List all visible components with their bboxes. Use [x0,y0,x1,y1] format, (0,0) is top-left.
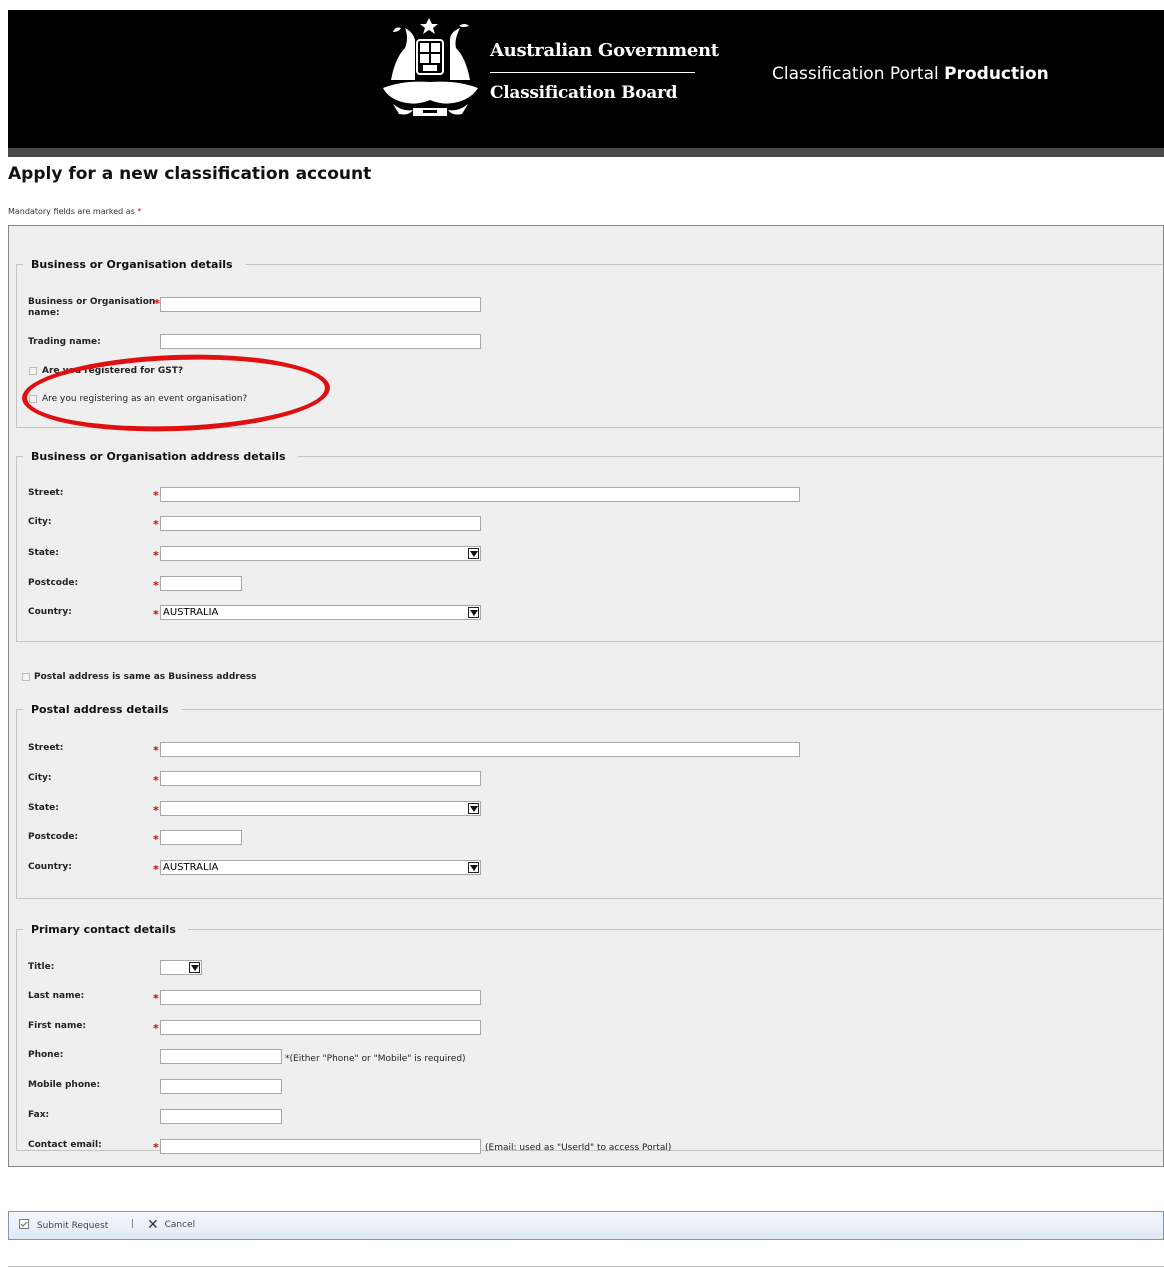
cancel-label: Cancel [164,1220,196,1230]
country-select[interactable]: AUSTRALIA [160,605,481,620]
postcode-label: Postcode: [28,578,79,588]
postal-same-label: Postal address is same as Business addre… [34,672,257,682]
state-required: * [153,549,159,562]
postal-postcode-label: Postcode: [28,832,79,842]
last-name-required: * [153,992,159,1005]
phone-input[interactable] [160,1049,282,1064]
street-required: * [153,489,159,502]
phone-requirement-note: *(Either "Phone" or "Mobile" is required… [285,1054,466,1064]
postal-country-select[interactable]: AUSTRALIA [160,860,481,875]
postal-country-label: Country: [28,862,72,872]
postal-same-checkbox[interactable] [22,673,30,681]
required-asterisk: * [137,207,142,216]
title-label: Title: [28,962,55,972]
business-address-legend: Business or Organisation address details [31,450,286,463]
page-title: Apply for a new classification account [8,164,372,184]
email-input[interactable] [160,1139,481,1154]
country-required: * [153,608,159,621]
fax-input[interactable] [160,1109,282,1124]
org-name-label: Business or Organisation name: [28,297,156,318]
org-name-required: * [154,297,160,310]
mandatory-note: Mandatory fields are marked as * [8,207,141,216]
postal-city-label: City: [28,773,52,783]
postal-country-select-value: AUSTRALIA [163,862,219,873]
close-icon: ✕ [147,1217,159,1233]
postal-street-label: Street: [28,743,64,753]
city-input[interactable] [160,516,481,531]
trading-name-label: Trading name: [28,337,101,347]
country-select-value: AUSTRALIA [163,607,219,618]
state-select[interactable] [160,546,481,561]
portal-title-prefix: Classification Portal [772,64,939,84]
coat-of-arms-logo [383,18,478,116]
last-name-input[interactable] [160,990,481,1005]
postal-postcode-input[interactable] [160,830,242,845]
fax-label: Fax: [28,1110,50,1120]
email-required: * [153,1141,159,1154]
postcode-required: * [153,579,159,592]
footer-divider [8,1266,1164,1267]
city-label: City: [28,517,52,527]
title-select[interactable] [160,960,202,975]
submit-request-label: Submit Request [36,1221,109,1231]
city-required: * [153,518,159,531]
first-name-label: First name: [28,1021,87,1031]
header-stripe [8,148,1164,157]
last-name-label: Last name: [28,991,85,1001]
submit-icon [19,1219,29,1229]
chevron-down-icon[interactable] [468,548,479,559]
first-name-input[interactable] [160,1020,481,1035]
state-label: State: [28,548,59,558]
board-name: Classification Board [490,83,678,103]
postal-city-required: * [153,774,159,787]
header-divider [490,72,695,73]
mobile-label: Mobile phone: [28,1080,101,1090]
postal-country-required: * [153,863,159,876]
portal-title: Classification Portal Production [772,64,1049,84]
cancel-button[interactable]: ✕ Cancel [147,1217,195,1233]
email-label: Contact email: [28,1140,102,1150]
postal-street-input[interactable] [160,742,800,757]
org-name-input[interactable] [160,297,481,312]
postal-state-required: * [153,804,159,817]
toolbar-separator: | [131,1219,135,1229]
postal-state-label: State: [28,803,59,813]
portal-environment: Production [944,64,1049,84]
postal-street-required: * [153,744,159,757]
gst-checkbox[interactable] [29,367,37,375]
chevron-down-icon[interactable] [189,962,200,973]
trading-name-input[interactable] [160,334,481,349]
primary-contact-legend: Primary contact details [31,923,176,936]
submit-request-button[interactable]: Submit Request [19,1219,108,1231]
street-label: Street: [28,488,64,498]
postcode-input[interactable] [160,576,242,591]
gov-name: Australian Government [490,40,719,61]
chevron-down-icon[interactable] [468,803,479,814]
mobile-input[interactable] [160,1079,282,1094]
postal-city-input[interactable] [160,771,481,786]
chevron-down-icon[interactable] [468,862,479,873]
mandatory-note-text: Mandatory fields are marked as [8,207,135,216]
business-details-legend: Business or Organisation details [31,258,233,271]
postal-state-select[interactable] [160,801,481,816]
phone-label: Phone: [28,1050,64,1060]
chevron-down-icon[interactable] [468,607,479,618]
street-input[interactable] [160,487,800,502]
country-label: Country: [28,607,72,617]
postal-postcode-required: * [153,833,159,846]
action-toolbar: Submit Request | ✕ Cancel [8,1211,1164,1240]
email-usage-note: (Email: used as "UserId" to access Porta… [485,1143,672,1153]
first-name-required: * [153,1022,159,1035]
postal-address-legend: Postal address details [31,703,169,716]
